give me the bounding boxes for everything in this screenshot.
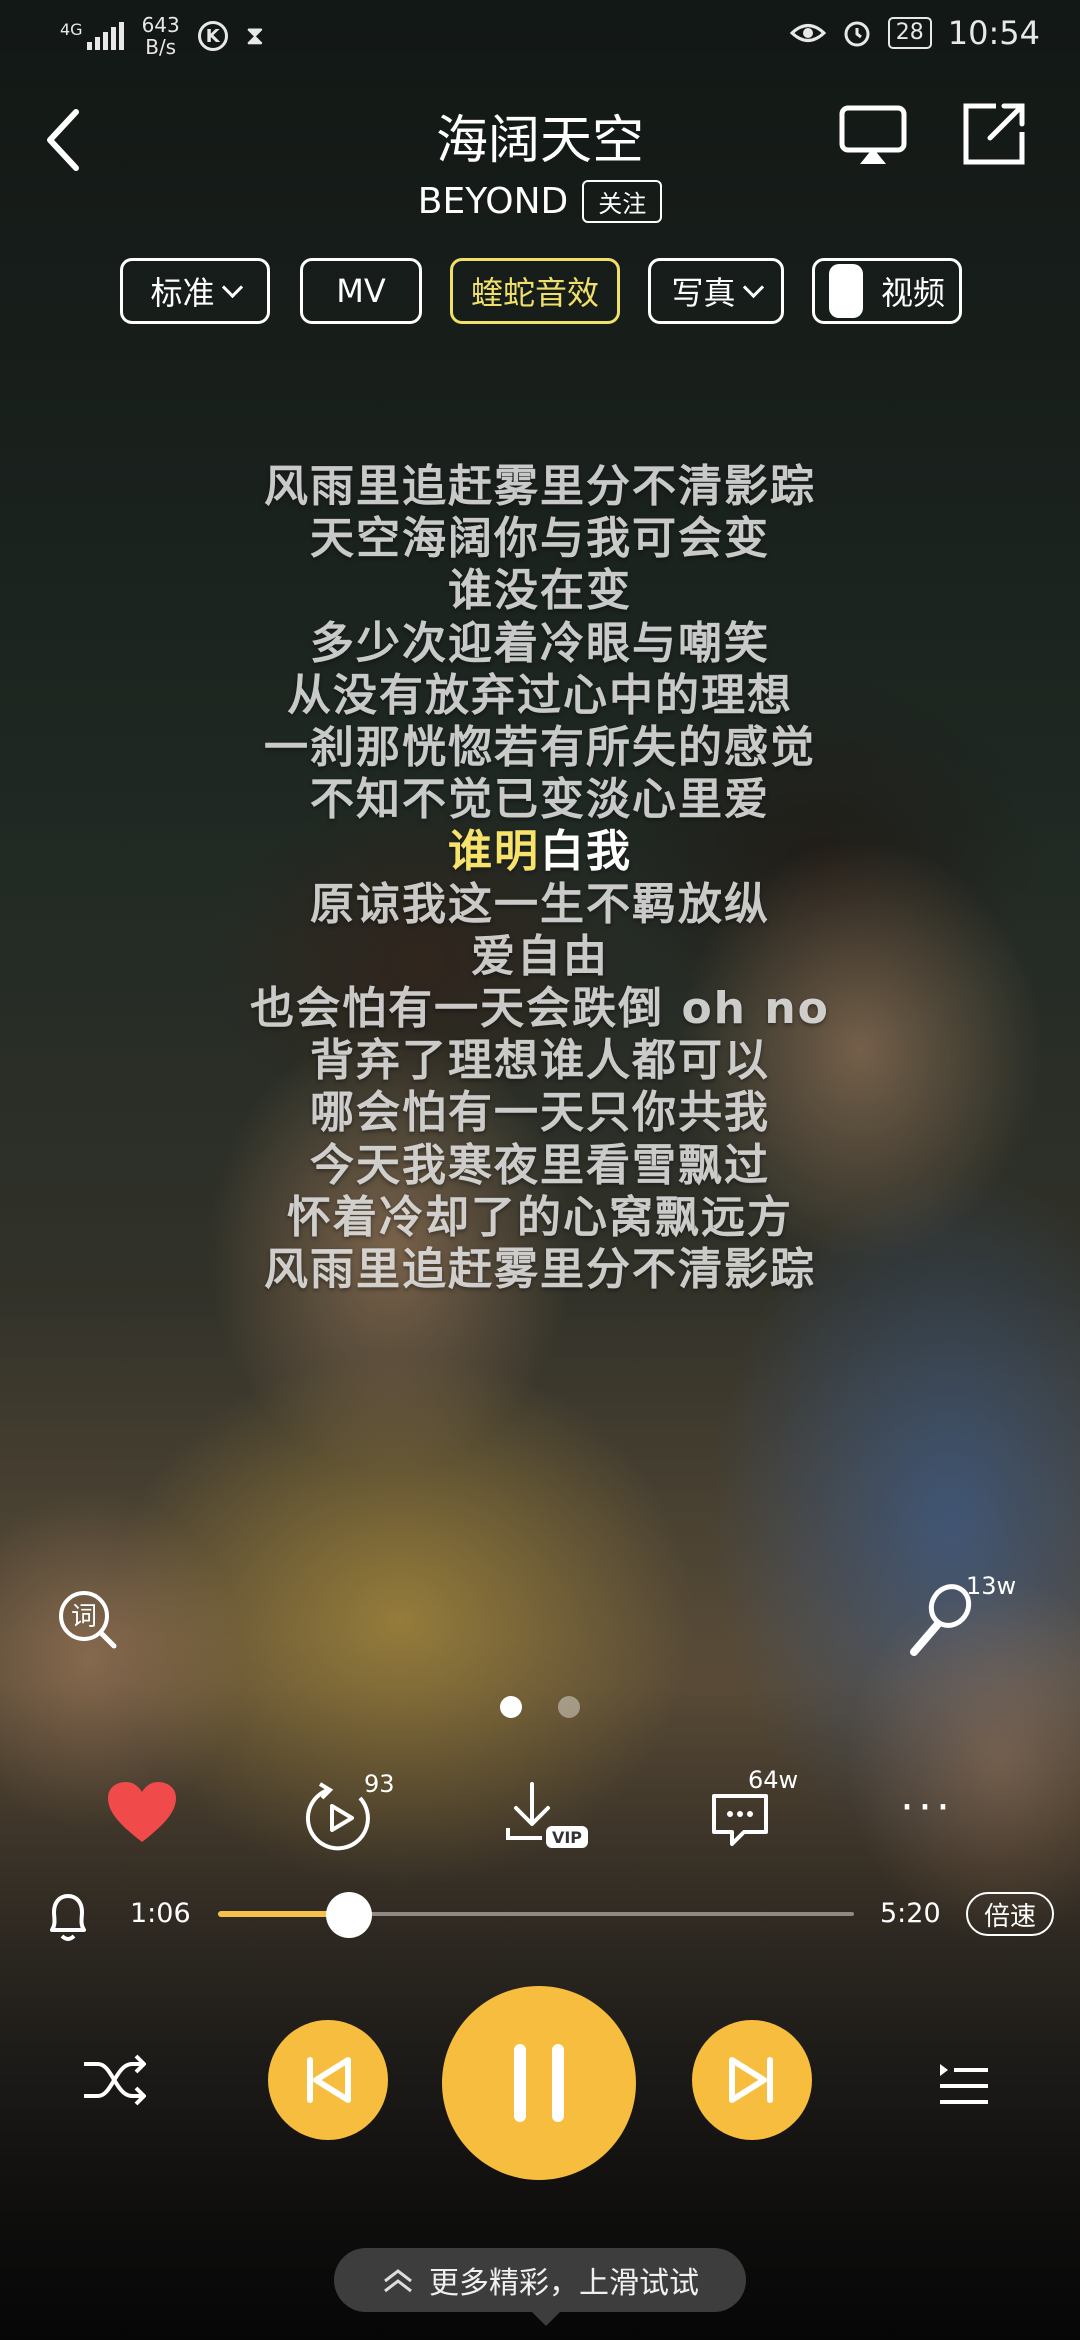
svg-text:VIP: VIP xyxy=(552,1828,582,1847)
page-indicator xyxy=(0,1696,1080,1718)
download-icon: VIP xyxy=(506,1782,588,1848)
k-icon: K xyxy=(197,21,228,51)
progress-thumb[interactable] xyxy=(326,1892,373,1938)
svg-text:词: 词 xyxy=(71,1602,97,1632)
mv-button[interactable]: MV xyxy=(300,258,422,324)
song-title: 海阔天空 xyxy=(435,111,644,171)
replay-count: 93 xyxy=(364,1770,395,1798)
shuffle-icon[interactable] xyxy=(80,2050,150,2110)
elapsed-time: 1:06 xyxy=(130,1898,191,1929)
favorite-heart-icon[interactable] xyxy=(106,1780,178,1846)
page-dot xyxy=(558,1696,580,1718)
comment-count: 64w xyxy=(748,1766,799,1794)
previous-button[interactable] xyxy=(268,2020,388,2140)
hourglass-icon: ⧗ xyxy=(245,20,265,51)
artist-row: BEYOND 关注 xyxy=(0,180,1080,223)
battery-icon: 28 xyxy=(887,17,932,49)
next-button[interactable] xyxy=(692,2020,812,2140)
photo-dropdown[interactable]: 写真 xyxy=(648,258,784,324)
sound-effect-button[interactable]: 蝰蛇音效 xyxy=(450,258,620,324)
playlist-icon[interactable] xyxy=(936,2056,992,2112)
previous-icon xyxy=(307,2057,351,2103)
video-toggle[interactable]: 视频 xyxy=(812,258,962,324)
playback-speed-button[interactable]: 倍速 xyxy=(966,1892,1054,1936)
pause-button[interactable] xyxy=(442,1986,636,2180)
sing-count: 13w xyxy=(966,1572,1017,1600)
net-speed: 643 B/s xyxy=(141,13,180,59)
more-options-button[interactable]: ··· xyxy=(900,1782,954,1833)
follow-button[interactable]: 关注 xyxy=(582,180,663,223)
swipe-up-hint[interactable]: 更多精彩，上滑试试 xyxy=(334,2248,746,2326)
total-time: 5:20 xyxy=(880,1898,941,1929)
download-button[interactable]: VIP xyxy=(502,1776,592,1856)
lyrics-search-icon[interactable]: 词 xyxy=(56,1588,118,1650)
chevron-up-icon xyxy=(384,2269,412,2293)
bell-icon[interactable] xyxy=(44,1888,92,1944)
quality-dropdown[interactable]: 标准 xyxy=(120,258,270,324)
cast-icon[interactable] xyxy=(838,100,908,170)
signal-icon: 4G xyxy=(60,22,124,50)
chevron-down-icon xyxy=(742,276,764,298)
more-hint-text: 更多精彩，上滑试试 xyxy=(429,2266,699,2301)
eye-icon xyxy=(789,24,826,42)
next-icon xyxy=(729,2057,773,2103)
replay-button[interactable]: 93 xyxy=(300,1770,395,1856)
lyric-line: 风雨里追赶雾里分不清影踪 xyxy=(264,1244,816,1295)
artist-name[interactable]: BEYOND xyxy=(418,181,568,222)
toggle-knob xyxy=(828,264,863,318)
clock: 10:54 xyxy=(947,14,1040,52)
network-type: 4G xyxy=(60,20,83,39)
pause-icon xyxy=(514,2044,564,2122)
alarm-icon xyxy=(844,21,870,47)
page-dot-active xyxy=(500,1696,522,1718)
comments-button[interactable]: 64w xyxy=(704,1766,798,1856)
status-bar: 4G 643 B/s K ⧗ 28 10:54 xyxy=(0,0,1080,72)
share-icon[interactable] xyxy=(960,98,1030,168)
chevron-down-icon xyxy=(221,276,243,298)
